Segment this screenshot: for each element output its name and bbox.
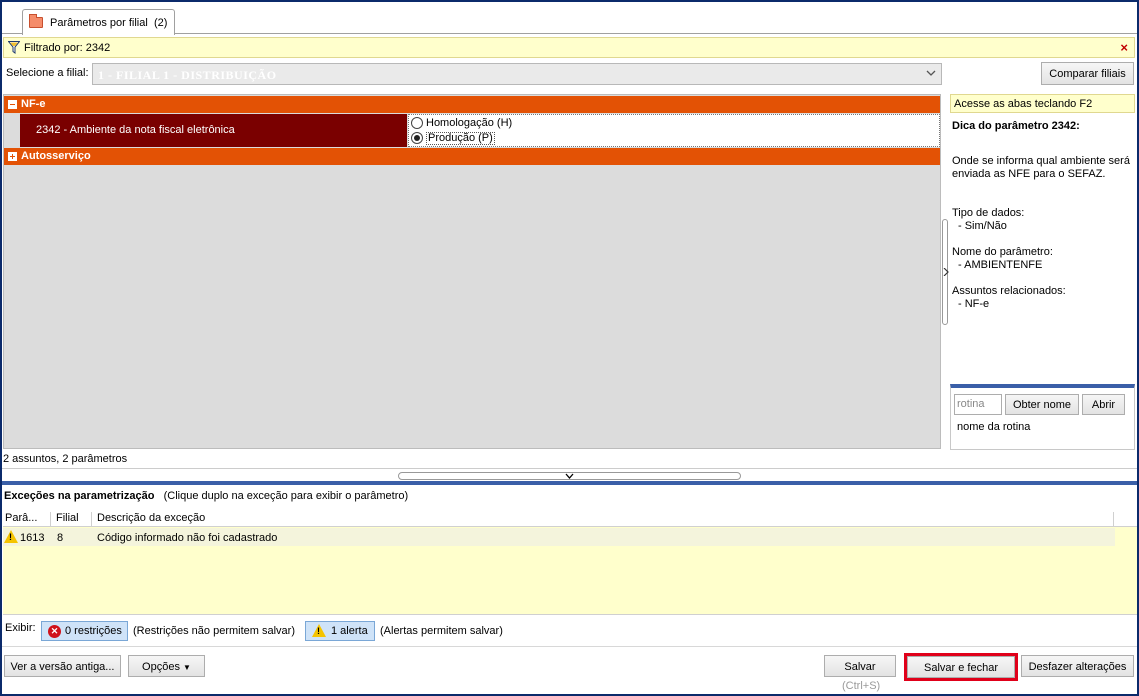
compare-filiais-button[interactable]: Comparar filiais bbox=[1041, 62, 1134, 85]
filter-funnel-icon bbox=[8, 41, 20, 54]
close-filter-icon[interactable]: × bbox=[1120, 40, 1128, 55]
grid-summary: 2 assuntos, 2 parâmetros bbox=[3, 453, 128, 465]
exceptions-table-header: Parâ... Filial Descrição da exceção bbox=[3, 510, 1137, 527]
section-bar bbox=[2, 481, 1137, 485]
exceptions-subtitle: (Clique duplo na exceção para exibir o p… bbox=[163, 490, 409, 502]
column-header-filial[interactable]: Filial bbox=[56, 512, 92, 527]
tip-description-line1: Onde se informa qual ambiente será bbox=[952, 155, 1130, 167]
splitter-handle[interactable] bbox=[942, 219, 949, 325]
tip-description-line2: enviada as NFE para o SEFAZ. bbox=[952, 168, 1106, 180]
old-version-button[interactable]: Ver a versão antiga... bbox=[4, 655, 121, 677]
divider bbox=[2, 646, 1137, 647]
tab-strip: Parâmetros por filial (2) bbox=[2, 2, 1137, 35]
column-header-description[interactable]: Descrição da exceção bbox=[97, 512, 1114, 527]
alerts-count: 1 alerta bbox=[331, 625, 368, 637]
expand-icon[interactable] bbox=[8, 152, 17, 161]
routine-name: nome da rotina bbox=[957, 421, 1031, 433]
table-row[interactable]: 1613 8 Código informado não foi cadastra… bbox=[3, 528, 1115, 546]
restrictions-count: 0 restrições bbox=[65, 625, 122, 637]
caret-down-icon: ▼ bbox=[183, 663, 191, 672]
collapse-icon[interactable] bbox=[8, 100, 17, 109]
routine-input[interactable]: rotina bbox=[954, 394, 1002, 415]
exception-description: Código informado não foi cadastrado bbox=[97, 532, 278, 544]
filial-combobox[interactable]: 1 - FILIAL 1 - DISTRIBUIÇÃO bbox=[92, 63, 942, 85]
radio-label-producao[interactable]: Produção (P) bbox=[426, 132, 495, 145]
parameter-row[interactable]: 2342 - Ambiente da nota fiscal eletrônic… bbox=[20, 114, 940, 147]
parameters-grid: NF-e 2342 - Ambiente da nota fiscal elet… bbox=[3, 94, 941, 449]
param-name-value: - AMBIENTENFE bbox=[958, 259, 1043, 271]
filter-text: Filtrado por: 2342 bbox=[24, 42, 111, 54]
tab-parametros-por-filial[interactable]: Parâmetros por filial (2) bbox=[22, 9, 175, 35]
options-label: Opções bbox=[142, 661, 180, 673]
group-name: NF-e bbox=[21, 98, 46, 110]
alerts-note: (Alertas permitem salvar) bbox=[380, 625, 503, 637]
related-subjects-value: - NF-e bbox=[958, 298, 990, 310]
tab-title: Parâmetros por filial bbox=[50, 17, 148, 29]
get-name-button[interactable]: Obter nome bbox=[1005, 394, 1079, 415]
chevron-down-icon[interactable] bbox=[565, 473, 574, 479]
restrictions-note: (Restrições não permitem salvar) bbox=[133, 625, 295, 637]
hint-text: Acesse as abas teclando F2 bbox=[954, 98, 1093, 110]
filial-value: 1 - FILIAL 1 - DISTRIBUIÇÃO bbox=[98, 68, 277, 82]
divider bbox=[2, 468, 1137, 469]
exception-param: 1613 bbox=[20, 532, 45, 544]
parameter-name: 2342 - Ambiente da nota fiscal eletrônic… bbox=[36, 124, 235, 136]
routine-box: rotina Obter nome Abrir nome da rotina bbox=[950, 384, 1135, 450]
tip-title: Dica do parâmetro 2342: bbox=[952, 120, 1080, 132]
param-name-label: Nome do parâmetro: bbox=[952, 246, 1053, 258]
tab-count: (2) bbox=[153, 17, 168, 29]
exceptions-table-body: 1613 8 Código informado não foi cadastra… bbox=[3, 527, 1137, 615]
exibir-label: Exibir: bbox=[5, 622, 36, 634]
options-button[interactable]: Opções ▼ bbox=[128, 655, 205, 677]
radio-homologacao[interactable] bbox=[411, 117, 423, 129]
chevron-down-icon[interactable] bbox=[925, 67, 937, 79]
data-type-label: Tipo de dados: bbox=[952, 207, 1025, 219]
save-shortcut: (Ctrl+S) bbox=[842, 680, 881, 692]
restrictions-button[interactable]: ✕ 0 restrições bbox=[41, 621, 128, 641]
folder-icon bbox=[29, 14, 43, 28]
chevron-right-icon[interactable] bbox=[943, 268, 949, 276]
radio-label-homologacao[interactable]: Homologação (H) bbox=[426, 117, 512, 129]
warning-icon bbox=[4, 530, 18, 543]
filial-label: Selecione a filial: bbox=[6, 67, 89, 79]
parameter-name-cell[interactable]: 2342 - Ambiente da nota fiscal eletrônic… bbox=[20, 114, 407, 147]
data-type-value: - Sim/Não bbox=[958, 220, 1007, 232]
alerts-button[interactable]: 1 alerta bbox=[305, 621, 375, 641]
related-subjects-label: Assuntos relacionados: bbox=[952, 285, 1066, 297]
panel-splitter[interactable] bbox=[941, 94, 949, 449]
warning-icon bbox=[312, 624, 326, 637]
column-header-param[interactable]: Parâ... bbox=[5, 512, 51, 527]
group-name: Autosserviço bbox=[21, 150, 91, 162]
filter-bar: Filtrado por: 2342 × bbox=[3, 37, 1135, 58]
highlight-box bbox=[904, 653, 1018, 681]
parameter-value-cell[interactable]: Homologação (H) Produção (P) bbox=[408, 114, 940, 147]
save-button[interactable]: Salvar bbox=[824, 655, 896, 677]
exceptions-header: Exceções na parametrização (Clique duplo… bbox=[4, 490, 408, 502]
open-button[interactable]: Abrir bbox=[1082, 394, 1125, 415]
horizontal-splitter[interactable] bbox=[398, 472, 741, 480]
radio-producao[interactable] bbox=[411, 132, 423, 144]
exception-filial: 8 bbox=[57, 532, 64, 544]
error-icon: ✕ bbox=[48, 625, 61, 638]
group-header-autosservico[interactable]: Autosserviço bbox=[4, 148, 940, 165]
group-header-nfe[interactable]: NF-e bbox=[4, 96, 940, 113]
exceptions-title: Exceções na parametrização bbox=[4, 490, 155, 502]
undo-changes-button[interactable]: Desfazer alterações bbox=[1021, 655, 1134, 677]
window-frame: Parâmetros por filial (2) Filtrado por: … bbox=[0, 0, 1139, 696]
hint-bar: Acesse as abas teclando F2 bbox=[950, 94, 1135, 113]
